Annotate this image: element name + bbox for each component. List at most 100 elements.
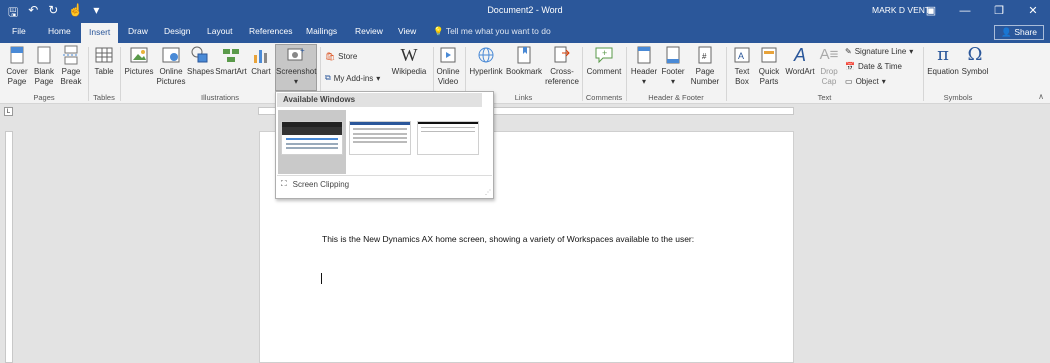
online-pictures-label: Online Pictures <box>156 67 186 86</box>
bookmark-button[interactable]: Bookmark <box>505 45 543 77</box>
available-windows-header: Available Windows <box>277 93 482 107</box>
object-button[interactable]: ▭ Object ▾ <box>845 77 886 86</box>
symbol-label: Symbol <box>961 67 989 76</box>
wikipedia-label: Wikipedia <box>391 67 427 76</box>
my-addins-button[interactable]: ⧉ My Add-ins ▾ <box>325 73 380 83</box>
comment-icon: + <box>595 47 613 64</box>
ribbon-tab-row: File Home Insert Draw Design Layout Refe… <box>0 22 1050 43</box>
person-icon: 👤 <box>1001 27 1012 37</box>
vertical-ruler[interactable] <box>5 131 13 363</box>
wordart-label: WordArt <box>785 67 815 76</box>
tab-insert[interactable]: Insert <box>81 23 119 43</box>
minimize-button[interactable]: — <box>948 0 982 22</box>
symbol-button[interactable]: Ω Symbol <box>961 45 989 77</box>
blank-page-label: Blank Page <box>33 67 54 86</box>
video-icon <box>440 47 456 63</box>
cover-page-icon <box>10 46 24 64</box>
document-paragraph[interactable]: This is the New Dynamics AX home screen,… <box>322 234 694 244</box>
tab-draw[interactable]: Draw <box>128 26 148 36</box>
chevron-down-icon: ▾ <box>293 77 298 86</box>
table-button[interactable]: Table <box>92 45 116 77</box>
header-button[interactable]: Header ▾ <box>629 45 659 87</box>
window-thumbnail[interactable] <box>278 110 346 174</box>
chart-label: Chart <box>251 67 271 76</box>
pi-icon: π <box>937 44 949 65</box>
resize-grip-icon[interactable]: ⋰ <box>485 189 491 196</box>
lightbulb-icon: 💡 <box>433 26 444 36</box>
cover-page-label: Cover Page <box>6 67 28 86</box>
tab-selector[interactable]: L <box>4 107 13 116</box>
picture-icon <box>130 47 148 63</box>
tab-home[interactable]: Home <box>48 26 71 36</box>
text-box-label: Text Box <box>734 67 750 86</box>
online-pictures-button[interactable]: Online Pictures <box>156 45 186 87</box>
tab-review[interactable]: Review <box>355 26 383 36</box>
chart-button[interactable]: Chart <box>249 45 273 77</box>
date-time-label: Date & Time <box>857 62 902 71</box>
chevron-down-icon: ▾ <box>670 77 675 86</box>
shapes-button[interactable]: Shapes <box>187 45 214 77</box>
close-button[interactable]: ✕ <box>1016 0 1050 22</box>
share-button[interactable]: 👤 Share <box>994 25 1044 40</box>
online-picture-icon <box>162 47 180 63</box>
wordart-icon: A <box>793 45 806 65</box>
chevron-down-icon: ▾ <box>909 47 914 56</box>
footer-button[interactable]: Footer ▾ <box>659 45 687 87</box>
tab-file[interactable]: File <box>12 26 26 36</box>
online-video-button[interactable]: Online Video <box>435 45 461 87</box>
tab-mailings[interactable]: Mailings <box>306 26 337 36</box>
cover-page-button[interactable]: Cover Page <box>4 45 30 87</box>
online-video-label: Online Video <box>436 67 460 86</box>
hyperlink-button[interactable]: Hyperlink <box>468 45 504 77</box>
signature-icon: ✎ <box>845 47 852 56</box>
page-number-label: Page Number <box>690 67 720 86</box>
store-icon: 🛍 <box>325 52 336 61</box>
chevron-down-icon: ▾ <box>641 77 646 86</box>
equation-button[interactable]: π Equation <box>926 45 960 77</box>
screenshot-button[interactable]: + Screenshot ▾ <box>275 44 317 91</box>
wikipedia-button[interactable]: W Wikipedia <box>389 45 429 77</box>
group-label-header-footer: Header & Footer <box>648 93 704 102</box>
screen-clipping-label: Screen Clipping <box>292 179 350 189</box>
bookmark-label: Bookmark <box>505 67 542 76</box>
store-button[interactable]: 🛍 Store <box>325 52 357 61</box>
tab-references[interactable]: References <box>249 26 292 36</box>
pictures-button[interactable]: Pictures <box>124 45 154 77</box>
ribbon-display-options-icon[interactable]: ▣ <box>914 0 948 22</box>
window-preview <box>417 121 479 155</box>
screen-clipping-item[interactable]: ⛶ Screen Clipping <box>281 179 349 189</box>
page-number-button[interactable]: # Page Number <box>688 45 722 87</box>
comment-label: Comment <box>586 67 622 76</box>
collapse-ribbon-icon[interactable]: ∧ <box>1038 92 1044 101</box>
bookmark-icon <box>517 46 531 64</box>
window-thumbnail[interactable] <box>346 110 414 174</box>
text-box-button[interactable]: A Text Box <box>729 45 755 87</box>
pictures-label: Pictures <box>124 67 154 76</box>
page-break-button[interactable]: Page Break <box>58 45 84 87</box>
tell-me-search[interactable]: 💡 Tell me what you want to do <box>433 26 551 37</box>
calendar-icon: 📅 <box>845 62 855 71</box>
cross-reference-button[interactable]: Cross-reference <box>544 45 580 87</box>
window-thumbnail[interactable] <box>414 110 482 174</box>
share-label: Share <box>1014 27 1037 37</box>
tab-layout[interactable]: Layout <box>207 26 233 36</box>
restore-button[interactable]: ❐ <box>982 0 1016 22</box>
tab-view[interactable]: View <box>398 26 416 36</box>
drop-cap-button[interactable]: A≡ Drop Cap <box>817 45 841 87</box>
screen-clipping-icon: ⛶ <box>281 179 287 188</box>
smartart-button[interactable]: SmartArt <box>214 45 248 77</box>
group-label-comments: Comments <box>585 93 623 102</box>
blank-page-button[interactable]: Blank Page <box>32 45 56 87</box>
quick-parts-button[interactable]: Quick Parts <box>756 45 782 87</box>
wordart-button[interactable]: A WordArt <box>784 45 816 77</box>
comment-button[interactable]: + Comment <box>585 45 623 77</box>
window-preview <box>349 121 411 155</box>
signature-line-button[interactable]: ✎ Signature Line ▾ <box>845 47 913 56</box>
svg-text:+: + <box>602 48 607 58</box>
ribbon: Cover Page Blank Page Page Break Table P… <box>0 43 1050 104</box>
tab-design[interactable]: Design <box>164 26 190 36</box>
header-label: Header <box>630 67 658 76</box>
table-icon <box>95 47 113 63</box>
date-time-button[interactable]: 📅 Date & Time <box>845 62 902 71</box>
object-icon: ▭ <box>845 77 853 86</box>
